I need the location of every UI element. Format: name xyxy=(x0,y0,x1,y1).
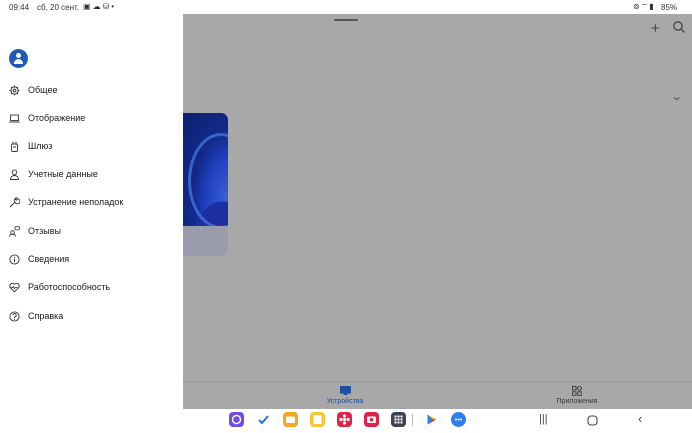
dot-icon: • xyxy=(111,2,117,11)
menu-item-label: Отзывы xyxy=(28,226,61,236)
feedback-icon xyxy=(9,226,20,237)
tab-apps[interactable]: Приложения xyxy=(555,386,599,405)
menu-item-gateway[interactable]: Шлюз xyxy=(0,136,183,158)
gear-icon xyxy=(9,85,20,96)
search-icon[interactable] xyxy=(672,20,686,34)
heart-pulse-icon xyxy=(9,282,20,293)
menu-item-help[interactable]: Справка xyxy=(0,306,183,328)
hotspot-icon: ⊚ xyxy=(633,2,641,11)
home-icon[interactable] xyxy=(587,415,598,426)
menu-item-health[interactable]: Работоспособность xyxy=(0,277,183,299)
battery-level: 85% xyxy=(661,3,678,12)
camera-app-icon[interactable] xyxy=(364,412,379,427)
notes-app-icon[interactable] xyxy=(310,412,325,427)
menu-item-label: Справка xyxy=(28,311,64,321)
menu-item-general[interactable]: Общее xyxy=(0,80,183,102)
laptop-icon xyxy=(9,114,20,123)
device-card-footer xyxy=(183,226,228,256)
wifi-icon: ⌔ xyxy=(640,2,650,11)
status-time: 09:44 xyxy=(9,3,30,12)
avatar[interactable] xyxy=(9,49,28,68)
menu-item-label: Устранение неполадок xyxy=(28,197,124,207)
wrench-icon xyxy=(9,197,20,208)
dock-divider xyxy=(412,414,413,426)
person-icon xyxy=(10,169,19,180)
app-content-area[interactable]: + ⌄ Устройства Приложения xyxy=(183,14,692,409)
monitor-icon xyxy=(339,386,351,395)
cloud-icon: ☁ xyxy=(92,2,103,11)
help-icon xyxy=(9,311,20,322)
gateway-icon xyxy=(11,141,18,152)
bag-icon: ⛁ xyxy=(102,2,112,11)
menu-item-label: Общее xyxy=(28,85,58,95)
apps-grid-icon xyxy=(572,386,582,396)
menu-item-display[interactable]: Отображение xyxy=(0,108,183,130)
menu-item-label: Сведения xyxy=(28,254,70,264)
purple-app-icon[interactable] xyxy=(229,412,244,427)
folder-app-icon[interactable] xyxy=(283,412,298,427)
menu-item-label: Отображение xyxy=(28,113,86,123)
menu-item-troubleshooting[interactable]: Устранение неполадок xyxy=(0,192,183,214)
menu-item-credentials[interactable]: Учетные данные xyxy=(0,164,183,186)
system-icons: ⊚⌔▮ xyxy=(633,2,655,12)
image-icon: ▣ xyxy=(83,2,93,11)
system-navigation-bar: ||| ‹ xyxy=(0,409,692,433)
tab-devices-label: Устройства xyxy=(326,398,364,405)
bottom-navigation: Устройства Приложения xyxy=(183,381,692,409)
menu-item-label: Работоспособность xyxy=(28,282,111,292)
device-card[interactable] xyxy=(183,113,228,256)
navigation-drawer: Общее Отображение Шлюз Учетные данные Ус… xyxy=(0,14,183,409)
menu-item-about[interactable]: Сведения xyxy=(0,249,183,271)
drag-handle[interactable] xyxy=(334,19,358,21)
menu-item-label: Шлюз xyxy=(28,141,53,151)
menu-item-label: Учетные данные xyxy=(28,169,98,179)
flower-app-icon[interactable] xyxy=(337,412,352,427)
add-icon[interactable]: + xyxy=(651,21,660,36)
recent-apps-icon[interactable]: ||| xyxy=(539,413,548,425)
status-bar: 09:44 сб, 20 сент. ▣☁⛁• ⊚⌔▮ 85% xyxy=(0,0,692,14)
tab-devices[interactable]: Устройства xyxy=(325,386,365,405)
notification-icons: ▣☁⛁• xyxy=(83,2,116,11)
tab-apps-label: Приложения xyxy=(556,398,598,405)
back-icon[interactable]: ‹ xyxy=(638,411,642,426)
chevron-down-icon[interactable]: ⌄ xyxy=(670,90,683,103)
play-store-icon[interactable] xyxy=(424,412,439,427)
signal-icon: ▮ xyxy=(649,2,655,11)
messages-app-icon[interactable] xyxy=(451,412,466,427)
device-thumbnail xyxy=(183,113,228,229)
menu-item-feedback[interactable]: Отзывы xyxy=(0,221,183,243)
app-grid-icon[interactable] xyxy=(391,412,406,427)
info-icon xyxy=(9,254,20,265)
status-date: сб, 20 сент. xyxy=(37,3,80,12)
checkmark-app-icon[interactable] xyxy=(256,412,271,427)
